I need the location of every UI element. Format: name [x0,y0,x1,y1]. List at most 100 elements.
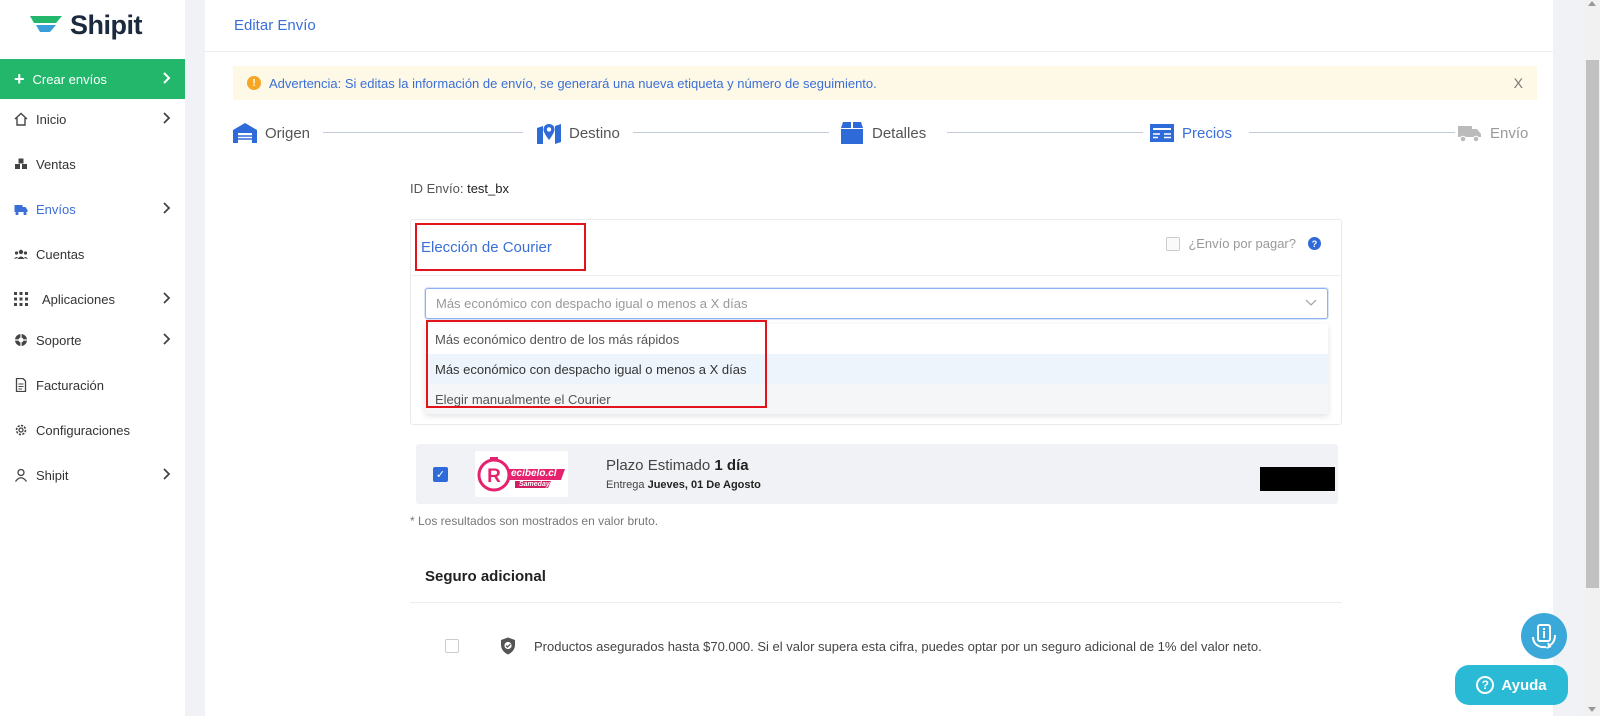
divider [410,602,1342,603]
chevron-right-icon [163,332,171,348]
info-sync-icon [1532,624,1556,649]
step-label: Precios [1182,124,1233,142]
courier-card-header: Elección de Courier ¿Envío por pagar? ? [411,220,1341,276]
step-connector [323,132,523,133]
courier-logo-sub: Sameday [519,481,550,488]
estimated-time-label: Plazo Estimado [606,457,711,474]
courier-strategy-select[interactable]: Más económico con despacho igual o menos… [425,288,1328,319]
estimated-time: Plazo Estimado 1 día [606,457,749,474]
chevron-right-icon [163,467,171,483]
pay-on-delivery-checkbox[interactable]: ¿Envío por pagar? ? [1166,236,1321,251]
courier-price-redacted [1260,467,1335,491]
question-icon[interactable]: ? [1308,237,1321,250]
home-icon [14,112,28,126]
checkbox[interactable] [1166,236,1181,251]
step-connector [633,132,829,133]
sidebar-item-label: Configuraciones [36,422,130,438]
step-label: Detalles [872,124,927,142]
chevron-right-icon [163,201,171,217]
delivery-date-value: Jueves, 01 De Agosto [647,479,761,491]
page-header: Editar Envío [205,0,1553,52]
dropdown-option[interactable]: Elegir manualmente el Courier [425,384,1328,414]
users-icon [14,247,28,261]
estimated-time-value: 1 día [714,457,749,474]
sidebar-item-label: Facturación [36,377,104,393]
delivery-date-label: Entrega [606,479,645,491]
box-icon [840,122,864,144]
sidebar-item-label: Cuentas [36,246,85,262]
svg-text:R: R [487,466,501,487]
sidebar-item-configuraciones[interactable]: Configuraciones [0,415,185,445]
step-origen[interactable]: Origen [233,118,310,148]
insurance-option: Productos asegurados hasta $70.000. Si e… [445,634,1345,658]
scroll-up-icon[interactable] [1588,1,1596,6]
dropdown-option[interactable]: Más económico con despacho igual o menos… [425,354,1328,384]
sidebar-item-label: Ventas [36,156,76,172]
sidebar-item-label: Shipit [36,467,69,483]
help-label: Ayuda [1501,676,1547,694]
chevron-right-icon [163,291,171,307]
question-icon: ? [1476,676,1495,694]
lifebuoy-icon [14,333,28,347]
info-float-button[interactable] [1521,613,1567,659]
sidebar-item-cuentas[interactable]: Cuentas [0,239,185,269]
truck-icon [14,202,28,216]
close-icon[interactable]: X [1514,75,1523,91]
courier-selection-card: Elección de Courier ¿Envío por pagar? ? … [410,219,1342,425]
sidebar-item-shipit[interactable]: Shipit [0,460,185,490]
select-placeholder: Más económico con despacho igual o menos… [436,296,748,311]
step-destino[interactable]: Destino [537,118,620,148]
warning-icon: ! [247,76,261,90]
sidebar-item-soporte[interactable]: Soporte [0,325,185,355]
delivery-date: Entrega Jueves, 01 De Agosto [606,479,761,491]
page-title: Editar Envío [234,17,316,34]
gross-value-note: * Los resultados son mostrados en valor … [410,514,659,528]
chevron-down-icon [1305,296,1317,310]
shipment-id-value: test_bx [467,181,510,196]
warehouse-icon [233,122,257,144]
shipment-id-label: ID Envío: [410,181,464,196]
sidebar-item-ventas[interactable]: Ventas [0,149,185,179]
sidebar-item-label: Soporte [36,332,82,348]
scroll-thumb[interactable] [1586,60,1599,588]
courier-logo-text: ecibelo.cl [511,468,557,479]
sidebar-item-facturacion[interactable]: Facturación [0,370,185,400]
chevron-right-icon [163,71,171,87]
step-label: Destino [569,124,620,142]
step-connector [947,132,1143,133]
help-button[interactable]: ? Ayuda [1455,665,1568,705]
shield-icon [499,637,517,655]
chevron-right-icon [163,111,171,127]
step-label: Envío [1490,124,1529,142]
courier-logo: R ecibelo.cl Sameday [475,451,568,497]
courier-checkbox[interactable]: ✓ [433,467,448,482]
step-precios[interactable]: Precios [1150,118,1232,148]
step-connector [1249,132,1455,133]
sidebar: Shipit + Crear envíos Inicio Ventas Enví… [0,0,185,716]
sidebar-item-label: Aplicaciones [42,291,115,307]
scroll-down-icon[interactable] [1588,707,1596,712]
warning-text: Advertencia: Si editas la información de… [269,75,877,91]
sidebar-item-inicio[interactable]: Inicio [0,104,185,134]
sidebar-item-envios[interactable]: Envíos [0,194,185,224]
step-detalles[interactable]: Detalles [840,118,926,148]
scrollbar[interactable] [1583,0,1600,716]
gear-icon [14,423,28,437]
pay-on-delivery-label: ¿Envío por pagar? [1188,236,1296,251]
warning-alert: ! Advertencia: Si editas la información … [233,66,1537,100]
insurance-checkbox[interactable] [445,639,459,653]
dropdown-option[interactable]: Más económico dentro de los más rápidos [425,324,1328,354]
step-label: Origen [265,124,311,142]
shipment-id: ID Envío: test_bx [410,181,509,196]
sidebar-item-label: Inicio [36,111,67,127]
step-envio[interactable]: Envío [1458,118,1528,148]
brand-logo[interactable]: Shipit [0,0,185,50]
invoice-icon [14,378,28,392]
truck-icon [1458,122,1482,144]
main-panel: Editar Envío ! Advertencia: Si editas la… [205,0,1553,716]
insurance-text: Productos asegurados hasta $70.000. Si e… [534,638,1262,654]
stepper: Origen Destino Detalles Precios Envío [233,118,1537,148]
sidebar-item-aplicaciones[interactable]: Aplicaciones [0,284,185,314]
create-shipment-button[interactable]: + Crear envíos [0,59,185,99]
plus-icon: + [14,68,25,89]
